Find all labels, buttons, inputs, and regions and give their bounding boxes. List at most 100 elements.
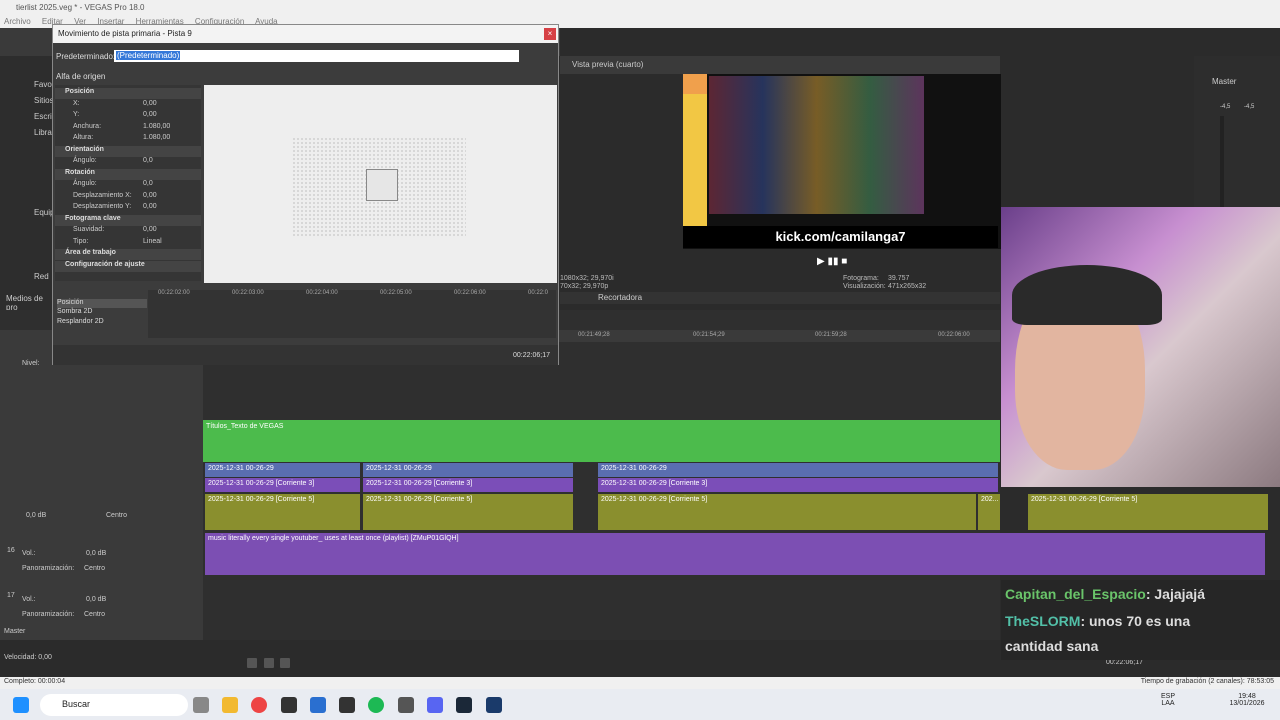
property-row[interactable]: Y: 0,00 — [55, 111, 201, 122]
tick: 00:22:04:00 — [306, 290, 338, 296]
clip-audio[interactable]: 2025-12-31 00-26-29 [Corriente 3] — [205, 478, 360, 492]
tierlist-thumbnails — [709, 76, 924, 214]
stop-button[interactable] — [280, 658, 290, 668]
clip-audio[interactable]: 2025-12-31 00-26-29 [Corriente 5] — [1028, 494, 1268, 530]
app-icon[interactable] — [398, 697, 414, 713]
property-value[interactable]: 0,00 — [143, 226, 157, 233]
chat-user: TheSLORM — [1005, 613, 1081, 629]
list-item[interactable]: Resplandor 2D — [57, 318, 147, 328]
ruler-tick: 00:21:54;29 — [693, 332, 725, 338]
clock[interactable]: 19:48 13/01/2026 — [1222, 693, 1272, 707]
discord-icon[interactable] — [427, 697, 443, 713]
language-indicator[interactable]: ESP LAA — [1158, 693, 1178, 707]
property-row[interactable]: Desplazamiento X: 0,00 — [55, 192, 201, 203]
preset-value: (Predeterminado) — [116, 51, 181, 60]
vol-value[interactable]: 0,0 dB — [86, 550, 106, 557]
property-group-header[interactable]: Orientación — [55, 145, 201, 157]
explorer-item[interactable]: Escri — [34, 112, 52, 121]
menu-archivo[interactable]: Archivo — [4, 17, 31, 26]
property-label: Posición — [65, 88, 95, 95]
tick: 00:22:03:00 — [232, 290, 264, 296]
explorer-item[interactable]: Red — [34, 272, 49, 281]
pause-button[interactable] — [264, 658, 274, 668]
ruler-tick: 00:21:49;28 — [578, 332, 610, 338]
center-crosshair-icon[interactable] — [366, 169, 398, 201]
clip-video[interactable]: 2025-12-31 00-26-29 — [205, 463, 360, 477]
app-icon[interactable] — [310, 697, 326, 713]
play-button[interactable] — [247, 658, 257, 668]
chrome-icon[interactable] — [251, 697, 267, 713]
pan-value[interactable]: Centro — [84, 565, 105, 572]
clip-audio[interactable]: 202... — [978, 494, 1000, 530]
property-row[interactable]: Anchura: 1.080,00 — [55, 123, 201, 134]
property-row[interactable]: X: 0,00 — [55, 100, 201, 111]
property-value[interactable]: 0,00 — [143, 203, 157, 210]
property-value[interactable]: 1.080,00 — [143, 123, 170, 130]
trimmer-tab[interactable]: Recortadora — [560, 292, 1000, 304]
close-icon[interactable]: × — [544, 28, 556, 40]
property-row[interactable]: Desplazamiento Y: 0,00 — [55, 203, 201, 214]
list-item[interactable]: Sombra 2D — [57, 308, 147, 318]
pan-label: Panoramización: — [22, 565, 75, 572]
clip-audio[interactable]: 2025-12-31 00-26-29 [Corriente 5] — [205, 494, 360, 530]
pan-value[interactable]: Centro — [84, 611, 105, 618]
clip-video[interactable]: 2025-12-31 00-26-29 — [363, 463, 573, 477]
property-value[interactable]: 0,0 — [143, 157, 153, 164]
motion-canvas[interactable] — [204, 85, 557, 283]
property-group-header[interactable]: Área de trabajo — [55, 249, 201, 260]
property-row[interactable]: Altura: 1.080,00 — [55, 134, 201, 145]
clip-music[interactable]: music literally every single youtuber_ u… — [205, 533, 1265, 575]
preview-play-icon[interactable]: ▶ ▮▮ ■ — [817, 256, 867, 268]
vol-value[interactable]: 0,0 dB — [86, 596, 106, 603]
clip-audio[interactable]: 2025-12-31 00-26-29 [Corriente 3] — [598, 478, 998, 492]
taskview-icon[interactable] — [193, 697, 209, 713]
property-row[interactable]: Tipo: Lineal — [55, 238, 201, 249]
search-box[interactable]: Buscar — [40, 694, 188, 716]
property-row[interactable]: Ángulo: 0,0 — [55, 180, 201, 191]
property-value[interactable]: 1.080,00 — [143, 134, 170, 141]
chat-message: : Jajajajá — [1145, 586, 1205, 602]
preview-quality[interactable]: Vista previa (cuarto) — [572, 60, 643, 69]
property-group-header[interactable]: Posición — [55, 88, 201, 99]
property-row[interactable]: Suavidad: 0,00 — [55, 226, 201, 237]
property-group-header[interactable]: Rotación — [55, 168, 201, 180]
property-group-header[interactable]: Configuración de ajuste — [55, 260, 201, 272]
pan-label: Panoramización: — [22, 611, 75, 618]
vol-label: Vol.: — [22, 550, 36, 557]
property-row[interactable]: Ángulo: 0,0 — [55, 157, 201, 168]
clip-audio[interactable]: 2025-12-31 00-26-29 [Corriente 5] — [598, 494, 976, 530]
clip-title[interactable]: Títulos_Texto de VEGAS — [203, 421, 403, 435]
clip-audio[interactable]: 2025-12-31 00-26-29 [Corriente 5] — [363, 494, 573, 530]
file-explorer-icon[interactable] — [222, 697, 238, 713]
property-value[interactable]: 0,00 — [143, 100, 157, 107]
vegas-icon[interactable] — [486, 697, 502, 713]
property-label: Ángulo: — [73, 157, 97, 164]
property-value[interactable]: Lineal — [143, 238, 162, 245]
track-pan[interactable]: Centro — [106, 512, 127, 519]
app-icon[interactable] — [339, 697, 355, 713]
clip-video[interactable]: 2025-12-31 00-26-29 — [598, 463, 998, 477]
keyframe-timeline[interactable]: 00:22:02:00 00:22:03:00 00:22:04:00 00:2… — [148, 290, 556, 338]
preview-info-2: 70x32; 29,970p — [560, 283, 609, 290]
track-volume[interactable]: 0,0 dB — [26, 512, 46, 519]
master-db-right: -4,5 — [1244, 104, 1255, 110]
chat-overlay: Capitan_del_Espacio: Jajajajá TheSLORM: … — [1001, 580, 1280, 660]
property-value[interactable]: 0,00 — [143, 111, 157, 118]
explorer-item[interactable]: Sitios — [34, 96, 54, 105]
property-group-header[interactable]: Fotograma clave — [55, 214, 201, 226]
source-alpha-select[interactable]: Alfa de origen — [56, 72, 105, 81]
chat-user: Capitan_del_Espacio — [1005, 586, 1146, 602]
clip-audio[interactable]: 2025-12-31 00-26-29 [Corriente 3] — [363, 478, 573, 492]
list-item[interactable]: Posición — [57, 299, 147, 308]
preset-select[interactable]: (Predeterminado) — [114, 50, 519, 62]
explorer-item[interactable]: Libra — [34, 128, 52, 137]
windows-start-icon[interactable] — [13, 697, 29, 713]
obs-icon[interactable] — [281, 697, 297, 713]
property-value[interactable]: 0,00 — [143, 192, 157, 199]
steam-icon[interactable] — [456, 697, 472, 713]
spotify-icon[interactable] — [368, 697, 384, 713]
explorer-item[interactable]: Favo — [34, 80, 52, 89]
explorer-panel: Favo Sitios Escri Libra Equip Red Medios… — [0, 56, 54, 312]
property-value[interactable]: 0,0 — [143, 180, 153, 187]
property-label: Fotograma clave — [65, 214, 121, 222]
